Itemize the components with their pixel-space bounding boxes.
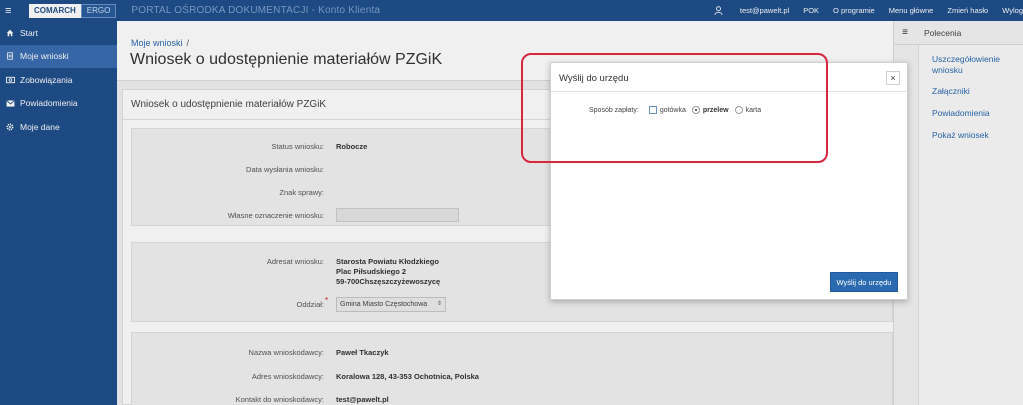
send-to-office-button[interactable]: Wyślij do urzędu	[830, 272, 898, 292]
highlight-annotation	[521, 53, 828, 163]
close-icon: ×	[890, 73, 896, 83]
close-button[interactable]: ×	[886, 71, 900, 85]
